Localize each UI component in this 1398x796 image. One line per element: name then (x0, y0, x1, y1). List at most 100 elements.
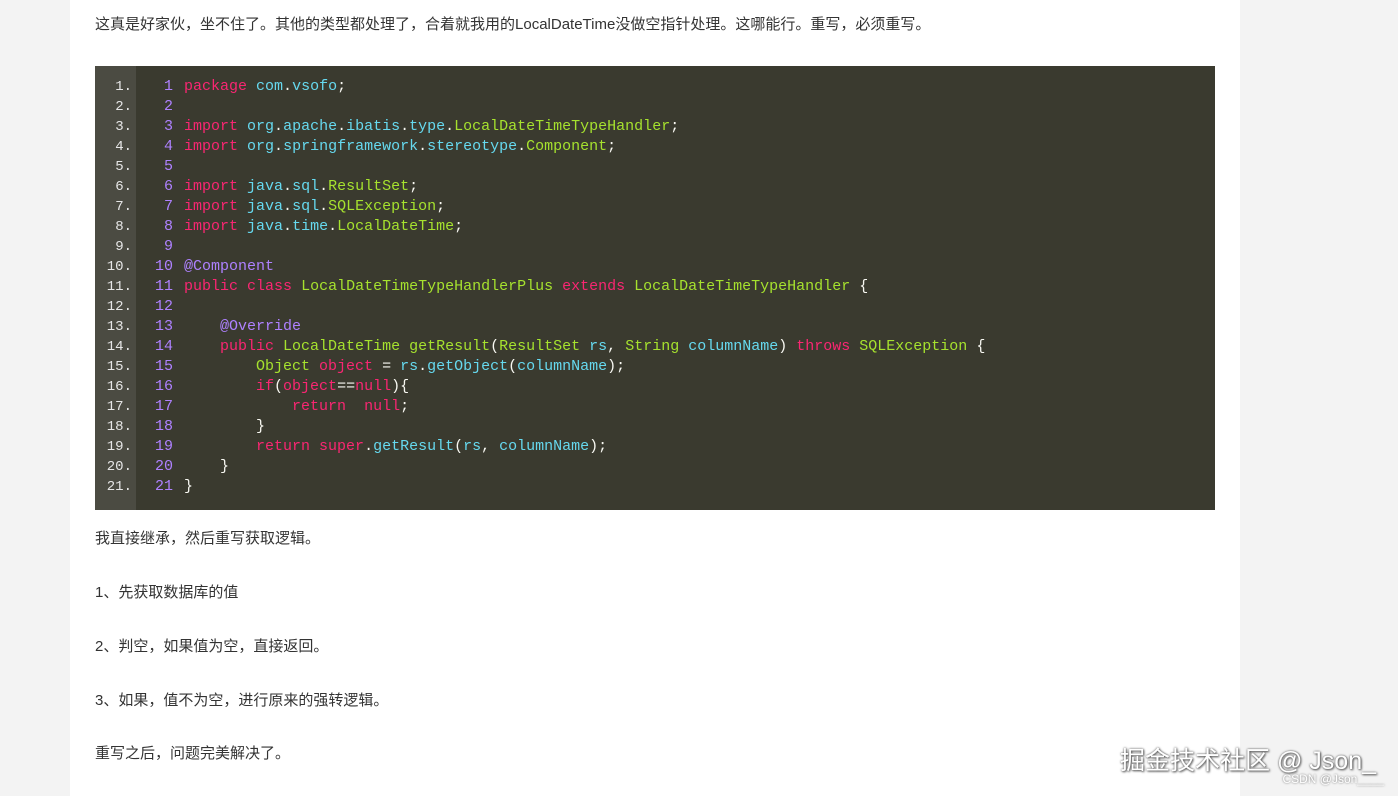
article-body: 这真是好家伙，坐不住了。其他的类型都处理了，合着就我用的LocalDateTim… (70, 0, 1240, 796)
gutter-line-number: 5. (115, 159, 132, 175)
code-line: 12 (136, 297, 184, 317)
code-token: type (409, 118, 446, 135)
code-token: class (247, 278, 293, 295)
code-token: object (283, 378, 338, 395)
code-token: import (184, 198, 239, 215)
code-token: . (364, 438, 374, 455)
code-line-number: 19 (154, 438, 173, 455)
code-block: 1. 2. 3. 4. 5. 6. 7. 8. 9. 10. 11. 12. 13. 14. 15. 16. 1… (95, 66, 1215, 510)
code-line-number: 7 (163, 198, 173, 215)
gutter-line-number: 7. (115, 199, 132, 215)
code-token: ; (409, 178, 419, 195)
code-line-number: 20 (154, 458, 173, 475)
code-line-number: 16 (154, 378, 173, 395)
gutter-line-number: 19. (106, 439, 132, 455)
code-token: import (184, 118, 239, 135)
code-token: null (355, 378, 392, 395)
code-token: . (337, 118, 347, 135)
code-token: = (373, 358, 401, 375)
code-line: 7 import java.sql.SQLException; (136, 197, 445, 217)
code-token: == (337, 378, 356, 395)
code-token: LocalDateTimeTypeHandler (634, 278, 851, 295)
watermark-sub: CSDN @Json____ (1282, 772, 1384, 786)
code-token: org (247, 118, 275, 135)
code-token: { (850, 278, 869, 295)
code-token: import (184, 218, 239, 235)
code-token: columnName (499, 438, 590, 455)
code-token: ; (670, 118, 680, 135)
code-token: return (292, 398, 347, 415)
code-line: 15 Object object = rs.getObject(columnNa… (136, 357, 625, 377)
code-line: 9 (136, 237, 184, 257)
code-line-number: 15 (154, 358, 173, 375)
gutter-line-number: 11. (106, 279, 132, 295)
gutter-line-number: 13. (106, 319, 132, 335)
code-line-number: 9 (163, 238, 173, 255)
code-line-number: 10 (154, 258, 173, 275)
code-token: } (184, 478, 194, 495)
code-token: ibatis (346, 118, 401, 135)
code-token: java (247, 178, 284, 195)
code-token: ( (454, 438, 464, 455)
gutter-line-number: 21. (106, 479, 132, 495)
code-token: vsofo (292, 78, 338, 95)
code-token: . (328, 218, 338, 235)
code-token: SQLException (859, 338, 968, 355)
code-line: 10 @Component (136, 257, 274, 277)
gutter-line-number: 8. (115, 219, 132, 235)
code-token: ( (274, 378, 284, 395)
code-line: 8 import java.time.LocalDateTime; (136, 217, 463, 237)
code-token: . (274, 118, 284, 135)
gutter-line-number: 2. (115, 99, 132, 115)
code-token: SQLException (328, 198, 437, 215)
code-line: 13 @Override (136, 317, 301, 337)
code-line: 18 } (136, 417, 265, 437)
code-token: columnName (517, 358, 608, 375)
code-token: java (247, 218, 284, 235)
code-token: . (274, 138, 284, 155)
code-line-number: 13 (154, 318, 173, 335)
code-token: Component (526, 138, 608, 155)
code-token: sql (292, 178, 320, 195)
code-line-number: 18 (154, 418, 173, 435)
code-token: Object (256, 358, 311, 375)
code-token: time (292, 218, 329, 235)
code-line-number: 21 (154, 478, 173, 495)
code-line-number: 3 (163, 118, 173, 135)
code-token: ; (607, 138, 617, 155)
code-token: stereotype (427, 138, 518, 155)
code-token: java (247, 198, 284, 215)
code-line: 11 public class LocalDateTimeTypeHandlerP… (136, 277, 868, 297)
code-token: public (220, 338, 275, 355)
code-token: ){ (391, 378, 410, 395)
code-token: getObject (427, 358, 509, 375)
code-token: , (607, 338, 626, 355)
gutter-line-number: 20. (106, 459, 132, 475)
code-token: import (184, 178, 239, 195)
code-token: package (184, 78, 248, 95)
code-line-number: 2 (163, 98, 173, 115)
code-token: org (247, 138, 275, 155)
code-token: . (283, 218, 293, 235)
code-token: getResult (373, 438, 455, 455)
code-token: . (517, 138, 527, 155)
step-3-paragraph: 3、如果，值不为空，进行原来的强转逻辑。 (95, 692, 389, 709)
code-line-number: 11 (154, 278, 173, 295)
code-line-number: 5 (163, 158, 173, 175)
code-line: 19 return super.getResult(rs, columnName… (136, 437, 607, 457)
code-token: . (283, 78, 293, 95)
